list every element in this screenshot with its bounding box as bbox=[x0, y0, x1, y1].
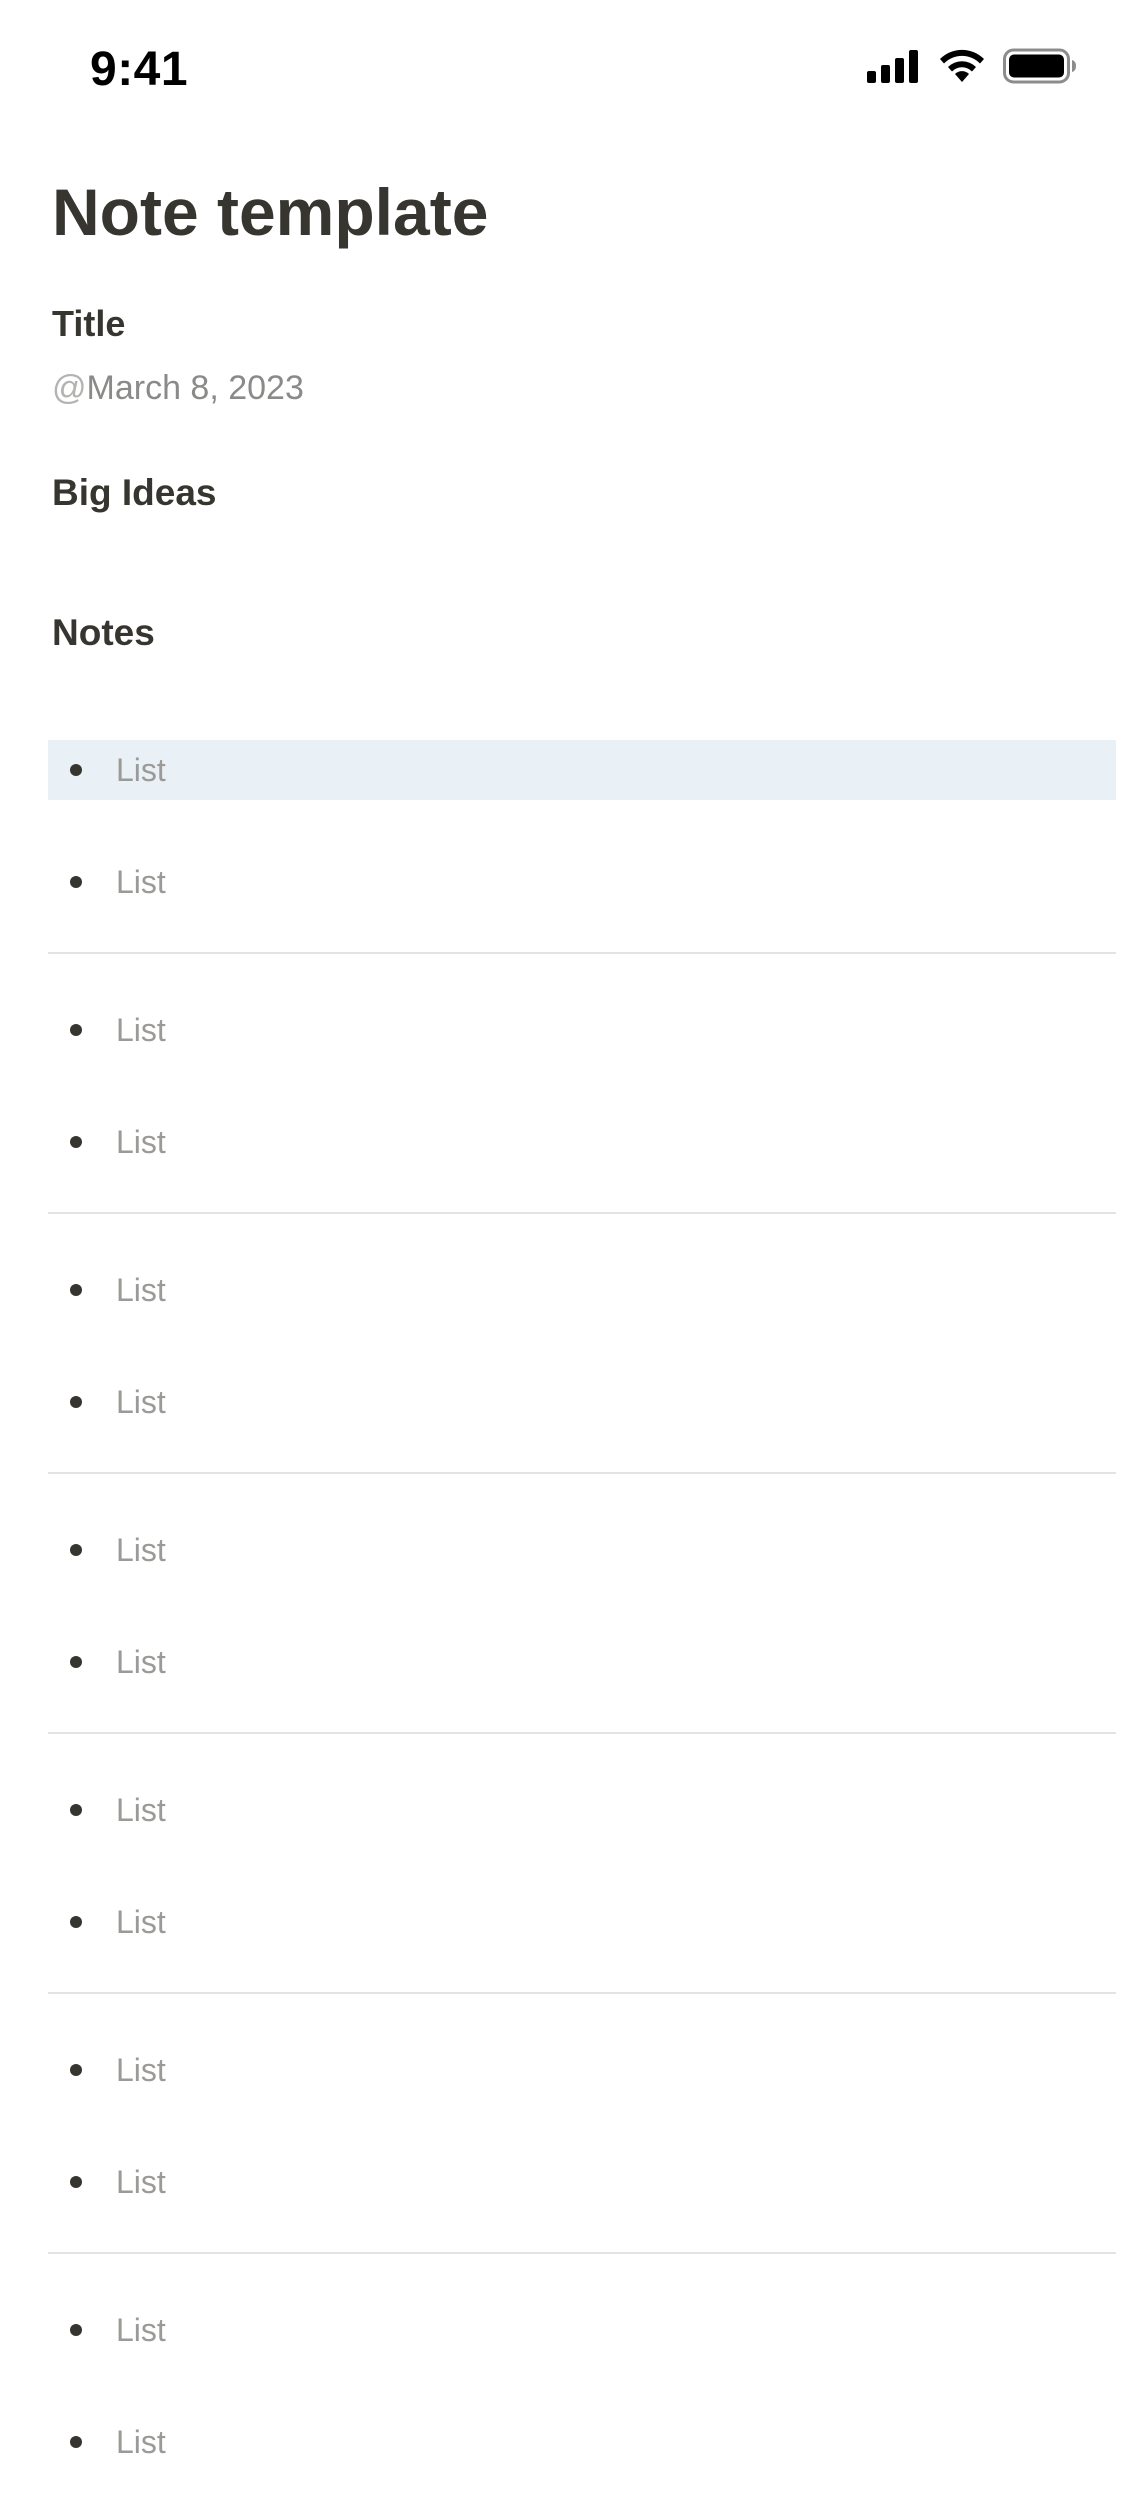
list-item-text: List bbox=[116, 2311, 166, 2348]
battery-icon bbox=[1003, 48, 1077, 84]
bullet-icon bbox=[70, 1804, 82, 1816]
list-item[interactable]: List bbox=[48, 1632, 1116, 1692]
list-item[interactable]: List bbox=[48, 2412, 1116, 2472]
list-item[interactable]: List bbox=[48, 1372, 1116, 1432]
list-item-text: List bbox=[116, 1123, 166, 1160]
list-item[interactable]: List bbox=[48, 1780, 1116, 1840]
bullet-icon bbox=[70, 2436, 82, 2448]
list-item-text: List bbox=[116, 1383, 166, 1420]
bullet-icon bbox=[70, 1396, 82, 1408]
bullet-icon bbox=[70, 1024, 82, 1036]
list-group: List List bbox=[48, 1994, 1116, 2254]
bullet-icon bbox=[70, 2324, 82, 2336]
page-title[interactable]: Note template bbox=[52, 170, 1125, 254]
section-heading-notes[interactable]: Notes bbox=[52, 610, 1125, 656]
status-icons bbox=[867, 48, 1077, 84]
wifi-icon bbox=[937, 48, 987, 84]
title-label[interactable]: Title bbox=[52, 302, 1125, 346]
list-item[interactable]: List bbox=[48, 1000, 1116, 1060]
section-heading-big-ideas[interactable]: Big Ideas bbox=[52, 470, 1125, 516]
bullet-icon bbox=[70, 1544, 82, 1556]
list-item-text: List bbox=[116, 1643, 166, 1680]
list-item[interactable]: List bbox=[48, 1112, 1116, 1172]
page-content: Note template Title @March 8, 2023 Big I… bbox=[52, 170, 1125, 656]
list-item-text: List bbox=[116, 1903, 166, 1940]
list-item-text: List bbox=[116, 1011, 166, 1048]
cellular-signal-icon bbox=[867, 49, 921, 83]
list-item[interactable]: List bbox=[48, 1260, 1116, 1320]
status-bar: 9:41 bbox=[0, 0, 1125, 140]
bullet-icon bbox=[70, 764, 82, 776]
list-group: List List bbox=[48, 1214, 1116, 1474]
list-item[interactable]: List bbox=[48, 2040, 1116, 2100]
list-item[interactable]: List bbox=[48, 740, 1116, 800]
list-item-text: List bbox=[116, 1791, 166, 1828]
list-item-text: List bbox=[116, 1531, 166, 1568]
list-item-text: List bbox=[116, 751, 166, 788]
bullet-icon bbox=[70, 2176, 82, 2188]
bullet-icon bbox=[70, 876, 82, 888]
bullet-icon bbox=[70, 1136, 82, 1148]
bullet-icon bbox=[70, 2064, 82, 2076]
date-mention-prefix: @ bbox=[52, 369, 87, 407]
list-item[interactable]: List bbox=[48, 2152, 1116, 2212]
list-item[interactable]: List bbox=[48, 2300, 1116, 2360]
list-item-text: List bbox=[116, 2051, 166, 2088]
list-group: List List bbox=[48, 1734, 1116, 1994]
list-item-text: List bbox=[116, 863, 166, 900]
list-group: List List bbox=[48, 1474, 1116, 1734]
list-item-text: List bbox=[116, 2423, 166, 2460]
list-group: List List bbox=[48, 740, 1116, 954]
list-item-text: List bbox=[116, 1271, 166, 1308]
date-mention-value: March 8, 2023 bbox=[86, 369, 304, 407]
list-item[interactable]: List bbox=[48, 852, 1116, 912]
notes-list: List List List List List List List List … bbox=[48, 740, 1116, 2512]
list-group: List List bbox=[48, 2254, 1116, 2512]
list-item[interactable]: List bbox=[48, 1892, 1116, 1952]
bullet-icon bbox=[70, 1916, 82, 1928]
list-group: List List bbox=[48, 954, 1116, 1214]
date-mention[interactable]: @March 8, 2023 bbox=[52, 366, 1125, 410]
list-item[interactable]: List bbox=[48, 1520, 1116, 1580]
status-time: 9:41 bbox=[90, 43, 189, 96]
bullet-icon bbox=[70, 1656, 82, 1668]
list-item-text: List bbox=[116, 2163, 166, 2200]
bullet-icon bbox=[70, 1284, 82, 1296]
